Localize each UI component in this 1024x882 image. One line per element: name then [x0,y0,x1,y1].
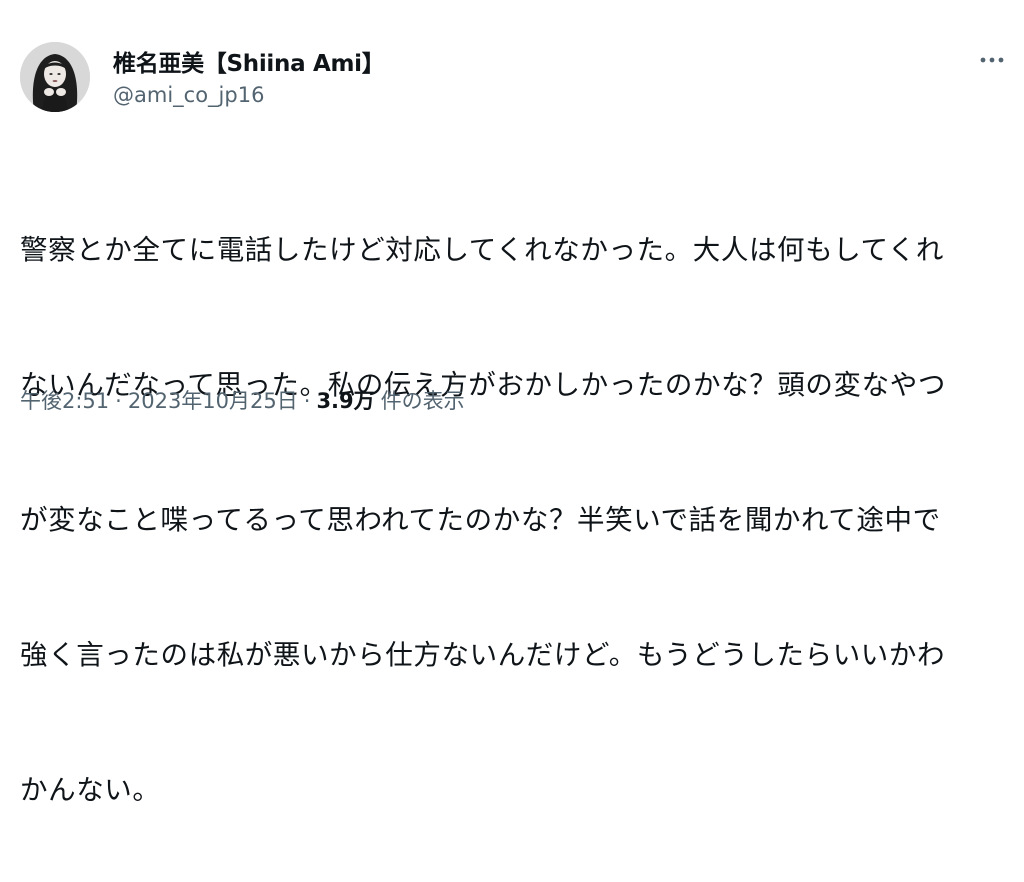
profile-photo-avatar [20,42,90,112]
tweet-text-line: 警察とか全てに電話したけど対応してくれなかった。大人は何もしてくれ [20,234,944,266]
separator-dot: · [115,389,122,413]
tweet-time[interactable]: 午後2:51 [20,385,109,415]
author-handle[interactable]: @ami_co_jp16 [113,83,264,107]
tweet-date[interactable]: 2023年10月25日 [128,385,298,415]
separator-dot: · [303,389,311,413]
more-options-button[interactable] [972,48,1012,72]
author-avatar[interactable] [20,42,90,112]
views-count: 3.9万 [316,389,375,413]
views-label: 件の表示 [380,389,465,413]
tweet-metadata: 午後2:51 · 2023年10月25日 · 3.9万 件の表示 [20,385,465,415]
more-options-icon [980,57,1004,63]
tweet-text-line: かんない。 [20,774,161,806]
tweet-text-line: 強く言ったのは私が悪いから仕方ないんだけど。もうどうしたらいいかわ [20,639,946,671]
author-display-name[interactable]: 椎名亜美【Shiina Ami】 [113,44,385,78]
tweet-card: 椎名亜美【Shiina Ami】 @ami_co_jp16 警察とか全てに電話し… [0,0,1024,806]
tweet-text-line: が変なこと喋ってるって思われてたのかな？半笑いで話を聞かれて途中で [20,504,941,536]
tweet-text: 警察とか全てに電話したけど対応してくれなかった。大人は何もしてくれ ないんだなっ… [20,138,1004,882]
